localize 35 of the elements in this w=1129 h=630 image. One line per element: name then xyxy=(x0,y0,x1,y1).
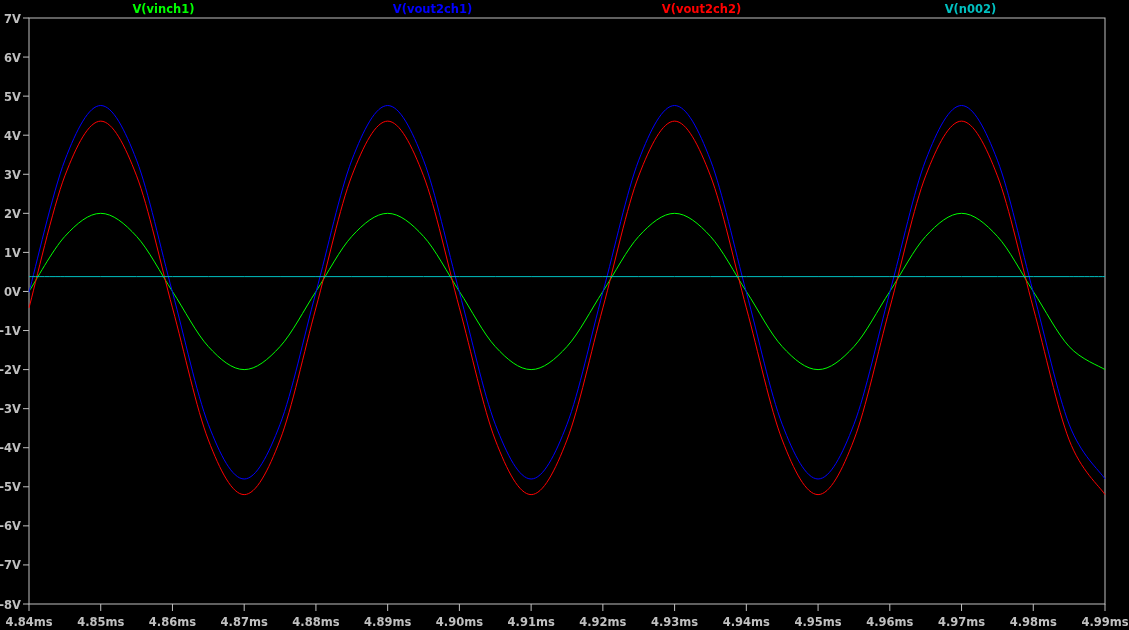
y-tick-label: -5V xyxy=(0,480,21,495)
y-tick-label: -1V xyxy=(0,324,21,339)
y-tick-label: 7V xyxy=(4,11,21,26)
x-tick-label: 4.95ms xyxy=(794,615,842,629)
x-tick-label: 4.88ms xyxy=(292,615,340,629)
y-tick-label: 1V xyxy=(4,245,21,260)
y-tick-label: -3V xyxy=(0,402,21,417)
y-tick-label: 5V xyxy=(4,89,21,104)
y-tick-label: 2V xyxy=(4,206,21,221)
y-tick-label: -2V xyxy=(0,363,21,378)
x-tick-label: 4.98ms xyxy=(1009,615,1057,629)
y-tick-label: -6V xyxy=(0,519,21,534)
trace-legend-label[interactable]: V(vout2ch2) xyxy=(661,2,742,16)
x-tick-label: 4.89ms xyxy=(364,615,412,629)
x-tick-label: 4.91ms xyxy=(507,615,555,629)
x-tick-label: 4.93ms xyxy=(651,615,699,629)
x-tick-label: 4.86ms xyxy=(148,615,197,629)
y-tick-label: 0V xyxy=(4,284,21,299)
y-tick-label: -4V xyxy=(0,441,21,456)
x-tick-label: 4.87ms xyxy=(220,615,268,629)
y-tick-label: 6V xyxy=(4,50,21,65)
x-tick-label: 4.96ms xyxy=(866,615,914,629)
x-tick-label: 4.90ms xyxy=(435,615,483,629)
y-tick-label: 3V xyxy=(4,167,21,182)
x-tick-label: 4.94ms xyxy=(722,615,770,629)
y-tick-label: -8V xyxy=(0,597,21,612)
x-tick-label: 4.84ms xyxy=(5,615,53,629)
x-tick-label: 4.85ms xyxy=(77,615,125,629)
trace-legend-label[interactable]: V(n002) xyxy=(944,2,997,16)
x-tick-label: 4.92ms xyxy=(579,615,627,629)
trace-legend-label[interactable]: V(vinch1) xyxy=(132,2,195,16)
y-tick-label: 4V xyxy=(4,128,21,143)
x-tick-label: 4.99ms xyxy=(1081,615,1129,629)
x-tick-label: 4.97ms xyxy=(937,615,986,629)
y-tick-label: -7V xyxy=(0,558,21,573)
